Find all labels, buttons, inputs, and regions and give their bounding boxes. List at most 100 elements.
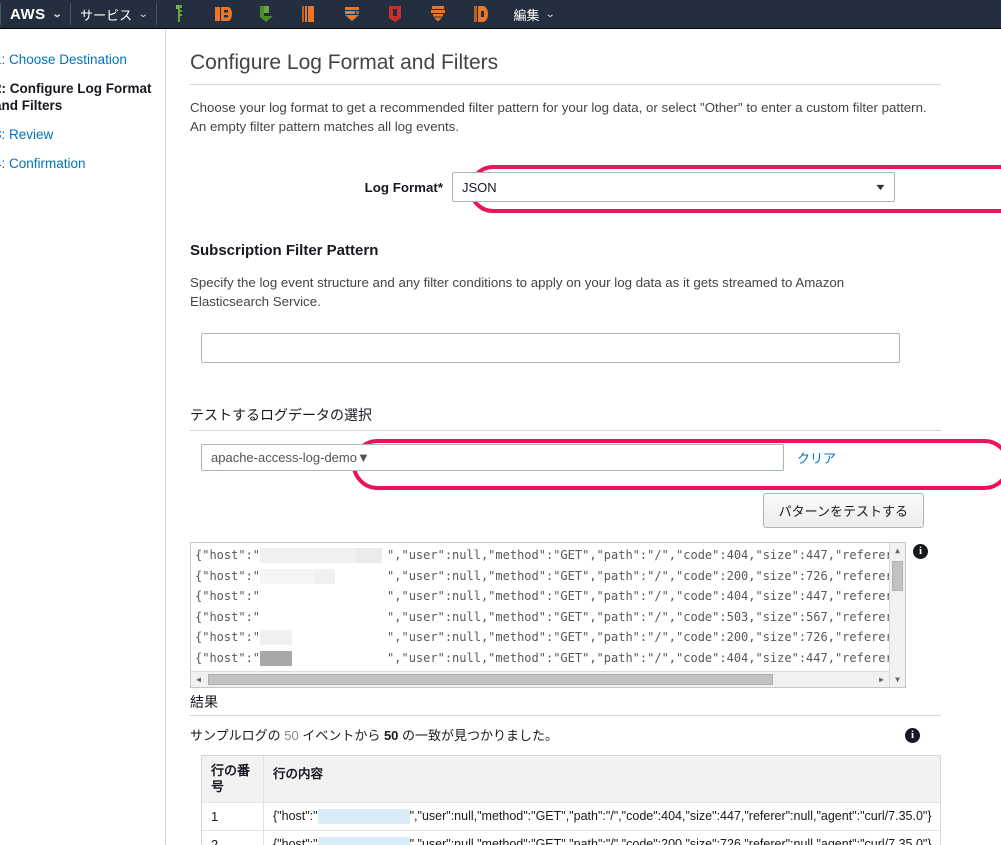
cell-line-content: {"host":" ","user":null,"method":"GET","p… [264,803,940,830]
log-line-prefix: {"host":" [195,589,261,603]
sample-log-lines: {"host":" ","user":null,"method":"GET","p… [191,543,905,668]
edit-label: 編集 [513,7,540,23]
log-format-value: JSON [462,179,497,195]
scroll-down-icon[interactable]: ▼ [890,672,905,687]
column-header-line-number: 行の番号 [202,756,264,802]
sidebar-step-3[interactable]: 3: Review [0,120,165,149]
dynamodb-icon[interactable] [386,4,404,24]
log-format-row: Log Format* JSON ▼ [185,172,1001,202]
redaction-mask [260,589,336,604]
summary-prefix: サンプルログの [190,728,285,743]
cell-line-number: 1 [202,803,264,831]
results-divider [190,715,941,716]
log-line-prefix: {"host":" [195,548,261,562]
subscription-filter-heading: Subscription Filter Pattern [190,242,379,259]
results-table: 行の番号 行の内容 1 {"host":" ","user":null,"metho… [201,755,941,845]
services-label: サービス [80,7,133,23]
sample-log-line: {"host":" ","user":null,"method":"GET","p… [195,566,905,587]
results-summary-text: サンプルログの 50 イベントから 50 の一致が見つかりました。 [190,725,898,744]
chevron-down-icon: ⌄ [51,8,63,20]
log-line-suffix: ","user":null,"method":"GET","path":"/",… [387,609,905,624]
info-icon[interactable]: i [913,544,928,559]
summary-mid: イベントから [298,728,384,743]
filter-pattern-input[interactable] [201,333,900,363]
redaction-mask-secondary [315,568,336,584]
title-divider [190,84,941,85]
required-marker: * [437,179,443,195]
iam-key-icon[interactable] [171,4,189,24]
results-table-body: 1 {"host":" ","user":null,"method":"GET","… [202,803,940,845]
log-format-label: Log Format* [185,180,452,195]
aws-logo-menu[interactable]: AWS ⌄ [1,0,70,28]
elasticache-icon[interactable] [472,4,490,24]
log-line-suffix: ","user":null,"method":"GET","path":"/",… [387,630,905,644]
redaction-mask [260,630,293,645]
page-title: Configure Log Format and Filters [190,51,499,74]
page-intro-text: Choose your log format to get a recommen… [190,100,927,134]
scroll-up-icon[interactable]: ▲ [890,543,905,558]
redaction-mask [260,568,316,584]
log-line-suffix: ","user":null,"method":"GET","path":"/",… [387,650,905,665]
sample-log-vertical-scrollbar[interactable]: ▲ ▼ [889,543,905,687]
log-line-suffix: ","user":null,"method":"GET","path":"/",… [387,568,905,583]
redacted-host-highlight [317,809,410,825]
sidebar-step-2[interactable]: 2: Configure Log Format and Filters [0,74,165,120]
sample-log-horizontal-scrollbar[interactable]: ◀ ▶ [191,671,889,687]
sample-log-line: {"host":" ","user":null,"method":"GET","p… [195,607,905,628]
sample-log-area: {"host":" ","user":null,"method":"GET","p… [190,542,1001,688]
sample-log-line: {"host":" ","user":null,"method":"GET","p… [195,545,905,566]
summary-match-count: 50 [383,728,399,743]
chevron-down-icon: ⌄ [545,8,557,20]
sidebar-step-1[interactable]: 1: Choose Destination [0,45,165,74]
aws-logo: AWS [10,5,46,23]
cloudwatch-icon[interactable] [214,4,233,24]
vertical-scroll-thumb[interactable] [892,561,903,591]
main-content: Configure Log Format and Filters Choose … [166,29,1001,845]
edit-menu[interactable]: 編集 ⌄ [504,0,563,28]
log-format-select[interactable]: JSON ▼ [452,172,895,202]
redaction-mask [260,548,357,563]
redaction-mask [260,650,293,666]
aws-top-navbar: AWS ⌄ サービス ⌄ 編集 ⌄ [0,0,1001,29]
test-pattern-button-row: パターンをテストする [185,493,924,528]
cell-line-content: {"host":" ","user":null,"method":"GET","p… [264,831,940,845]
log-line-prefix: {"host":" [195,568,261,583]
ec2-icon[interactable] [300,4,318,24]
redacted-host-highlight [317,837,410,845]
rds-download-icon[interactable] [257,4,275,24]
test-data-divider [190,430,941,431]
subscription-filter-description: Specify the log event structure and any … [190,275,845,309]
log-line-prefix: {"host":" [195,650,261,665]
chevron-down-icon: ▼ [873,182,888,192]
elasticsearch-icon[interactable] [343,4,361,24]
wizard-step-sidebar: 1: Choose Destination 2: Configure Log F… [0,29,166,845]
lambda-icon[interactable] [429,4,447,24]
test-pattern-button[interactable]: パターンをテストする [762,493,924,528]
row-prefix: {"host":" [273,837,318,845]
scroll-left-icon[interactable]: ◀ [191,672,206,687]
sample-log-textarea[interactable]: {"host":" ","user":null,"method":"GET","p… [190,542,906,688]
table-row: 1 {"host":" ","user":null,"method":"GET","… [202,803,940,832]
results-info-icon[interactable]: i [905,728,920,743]
sample-log-line: {"host":" ","user":null,"method":"GET","p… [195,586,905,607]
log-format-label-text: Log Format [364,179,438,195]
cell-line-number: 2 [202,831,264,845]
results-table-header: 行の番号 行の内容 [202,756,940,803]
redaction-mask [260,609,336,625]
log-line-prefix: {"host":" [195,609,261,624]
results-heading: 結果 [190,694,218,710]
horizontal-scroll-thumb[interactable] [208,674,773,685]
redaction-mask-secondary [356,548,383,563]
chevron-down-icon: ▼ [356,450,370,465]
test-log-data-select[interactable]: apache-access-log-demo ▼ [201,444,784,471]
sidebar-step-4[interactable]: 4: Confirmation [0,149,165,178]
row-prefix: {"host":" [273,809,318,823]
services-menu[interactable]: サービス ⌄ [71,0,156,28]
sample-log-line: {"host":" ","user":null,"method":"GET","p… [195,648,905,669]
test-log-data-heading: テストするログデータの選択 [190,407,372,423]
log-line-suffix: ","user":null,"method":"GET","path":"/",… [387,548,905,562]
service-shortcut-icons [157,0,504,28]
table-row: 2 {"host":" ","user":null,"method":"GET","… [202,831,940,845]
summary-event-count: 50 [284,728,299,743]
scroll-right-icon[interactable]: ▶ [874,672,889,687]
